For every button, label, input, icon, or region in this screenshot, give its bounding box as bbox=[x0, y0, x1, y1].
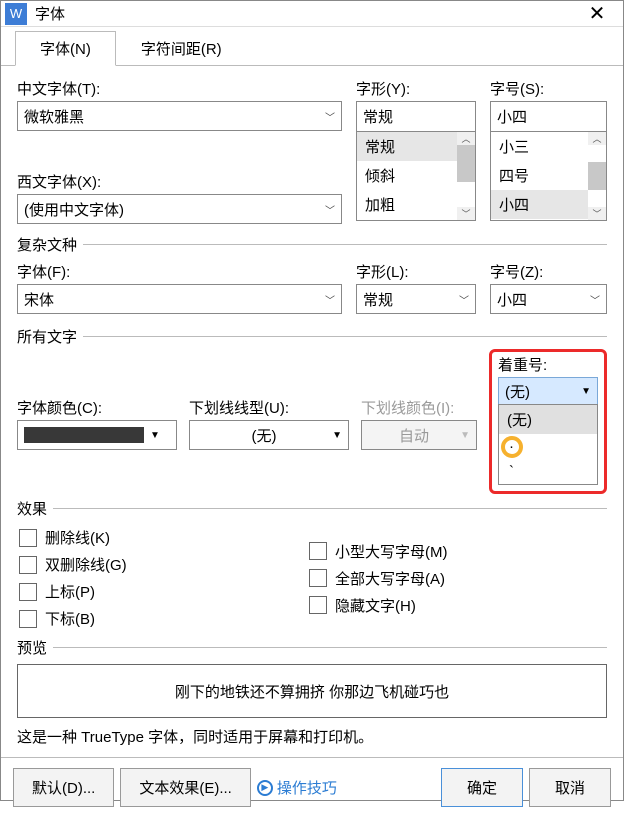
tab-font[interactable]: 字体(N) bbox=[15, 31, 116, 66]
cx-style-value: 常规 bbox=[363, 289, 393, 310]
scroll-down-icon[interactable]: ﹀ bbox=[461, 207, 470, 220]
cx-style-label: 字形(L): bbox=[356, 261, 476, 282]
chevron-down-icon: ﹀ bbox=[325, 202, 335, 217]
hidden-label: 隐藏文字(H) bbox=[335, 595, 416, 616]
complex-group-title: 复杂文种 bbox=[17, 234, 607, 255]
strike-checkbox[interactable]: 删除线(K) bbox=[19, 527, 305, 548]
cx-size-combo[interactable]: 小四 ﹀ bbox=[490, 284, 607, 314]
font-color-combo[interactable]: ▼ bbox=[17, 420, 177, 450]
font-note: 这是一种 TrueType 字体，同时适用于屏幕和打印机。 bbox=[17, 726, 607, 747]
scrollbar[interactable]: ︿ ﹀ bbox=[588, 132, 606, 220]
dropdown-arrow-icon: ▼ bbox=[581, 386, 591, 397]
strike-label: 删除线(K) bbox=[45, 527, 110, 548]
preview-group-title: 预览 bbox=[17, 637, 607, 658]
list-item[interactable]: 加粗 bbox=[357, 190, 457, 219]
tab-spacing[interactable]: 字符间距(R) bbox=[116, 31, 247, 66]
allcaps-checkbox[interactable]: 全部大写字母(A) bbox=[309, 568, 605, 589]
tips-link[interactable]: ▶ 操作技巧 bbox=[257, 777, 337, 798]
underline-type-value: (无) bbox=[196, 425, 332, 446]
preview-box: 刚下的地铁还不算拥挤 你那边飞机碰巧也 bbox=[17, 664, 607, 718]
list-item[interactable]: 四号 bbox=[491, 161, 588, 190]
smallcaps-checkbox[interactable]: 小型大写字母(M) bbox=[309, 541, 605, 562]
subscript-checkbox[interactable]: 下标(B) bbox=[19, 608, 305, 629]
underline-color-combo: 自动 ▼ bbox=[361, 420, 477, 450]
emphasis-option-dot[interactable]: · bbox=[499, 434, 597, 459]
play-icon: ▶ bbox=[257, 780, 273, 796]
scroll-up-icon[interactable]: ︿ bbox=[461, 132, 470, 145]
dropdown-arrow-icon: ▼ bbox=[460, 430, 470, 441]
cx-size-value: 小四 bbox=[497, 289, 527, 310]
emphasis-value: (无) bbox=[505, 381, 530, 402]
superscript-label: 上标(P) bbox=[45, 581, 95, 602]
list-item[interactable]: 常规 bbox=[357, 132, 457, 161]
emphasis-option-tick[interactable]: ` bbox=[499, 459, 597, 484]
cx-style-combo[interactable]: 常规 ﹀ bbox=[356, 284, 476, 314]
allcaps-label: 全部大写字母(A) bbox=[335, 568, 445, 589]
button-bar: 默认(D)... 文本效果(E)... ▶ 操作技巧 确定 取消 bbox=[1, 757, 623, 817]
scroll-down-icon[interactable]: ﹀ bbox=[592, 207, 601, 220]
list-item[interactable]: 小三 bbox=[491, 132, 588, 161]
chevron-down-icon: ﹀ bbox=[590, 292, 600, 307]
preview-text: 刚下的地铁还不算拥挤 你那边飞机碰巧也 bbox=[175, 681, 449, 702]
subscript-label: 下标(B) bbox=[45, 608, 95, 629]
emphasis-dropdown[interactable]: (无) · ` bbox=[498, 404, 598, 485]
style-input[interactable]: 常规 bbox=[356, 101, 476, 131]
chevron-down-icon: ﹀ bbox=[325, 292, 335, 307]
ok-button[interactable]: 确定 bbox=[441, 768, 523, 807]
size-input-value: 小四 bbox=[497, 106, 527, 127]
tabbar: 字体(N) 字符间距(R) bbox=[1, 31, 623, 66]
default-button[interactable]: 默认(D)... bbox=[13, 768, 114, 807]
scrollbar[interactable]: ︿ ﹀ bbox=[457, 132, 475, 220]
list-item[interactable]: 小四 bbox=[491, 190, 588, 219]
underline-color-label: 下划线颜色(I): bbox=[361, 397, 477, 418]
cx-font-label: 字体(F): bbox=[17, 261, 342, 282]
size-input[interactable]: 小四 bbox=[490, 101, 607, 131]
dblstrike-checkbox[interactable]: 双删除线(G) bbox=[19, 554, 305, 575]
tips-label: 操作技巧 bbox=[277, 777, 337, 798]
style-label: 字形(Y): bbox=[356, 78, 476, 99]
dblstrike-label: 双删除线(G) bbox=[45, 554, 127, 575]
underline-type-combo[interactable]: (无) ▼ bbox=[189, 420, 349, 450]
style-listbox[interactable]: 常规 倾斜 加粗 ︿ ﹀ bbox=[356, 131, 476, 221]
cx-font-combo[interactable]: 宋体 ﹀ bbox=[17, 284, 342, 314]
close-button[interactable]: ✕ bbox=[577, 1, 617, 26]
scroll-up-icon[interactable]: ︿ bbox=[592, 132, 601, 145]
titlebar: W 字体 ✕ bbox=[1, 1, 623, 27]
emphasis-option-none[interactable]: (无) bbox=[499, 405, 597, 434]
cjk-font-label: 中文字体(T): bbox=[17, 78, 342, 99]
smallcaps-label: 小型大写字母(M) bbox=[335, 541, 448, 562]
hidden-checkbox[interactable]: 隐藏文字(H) bbox=[309, 595, 605, 616]
list-item[interactable]: 倾斜 bbox=[357, 161, 457, 190]
color-swatch bbox=[24, 427, 144, 443]
effects-group-title: 效果 bbox=[17, 498, 607, 519]
size-label: 字号(S): bbox=[490, 78, 607, 99]
emphasis-combo[interactable]: (无) ▼ bbox=[498, 377, 598, 405]
emphasis-label: 着重号: bbox=[498, 354, 598, 375]
underline-color-value: 自动 bbox=[368, 425, 460, 446]
dropdown-arrow-icon: ▼ bbox=[150, 430, 160, 441]
alltext-group-title: 所有文字 bbox=[17, 326, 607, 347]
underline-type-label: 下划线线型(U): bbox=[189, 397, 349, 418]
style-input-value: 常规 bbox=[363, 106, 393, 127]
app-icon: W bbox=[5, 3, 27, 25]
size-listbox[interactable]: 小三 四号 小四 ︿ ﹀ bbox=[490, 131, 607, 221]
latin-font-value: (使用中文字体) bbox=[24, 199, 124, 220]
cjk-font-value: 微软雅黑 bbox=[24, 106, 84, 127]
dialog-title: 字体 bbox=[35, 3, 577, 24]
superscript-checkbox[interactable]: 上标(P) bbox=[19, 581, 305, 602]
chevron-down-icon: ﹀ bbox=[459, 292, 469, 307]
latin-font-combo[interactable]: (使用中文字体) ﹀ bbox=[17, 194, 342, 224]
cx-size-label: 字号(Z): bbox=[490, 261, 607, 282]
cx-font-value: 宋体 bbox=[24, 289, 54, 310]
latin-font-label: 西文字体(X): bbox=[17, 171, 342, 192]
chevron-down-icon: ﹀ bbox=[325, 109, 335, 124]
text-effect-button[interactable]: 文本效果(E)... bbox=[120, 768, 251, 807]
cjk-font-combo[interactable]: 微软雅黑 ﹀ bbox=[17, 101, 342, 131]
dropdown-arrow-icon: ▼ bbox=[332, 430, 342, 441]
font-color-label: 字体颜色(C): bbox=[17, 397, 177, 418]
cancel-button[interactable]: 取消 bbox=[529, 768, 611, 807]
